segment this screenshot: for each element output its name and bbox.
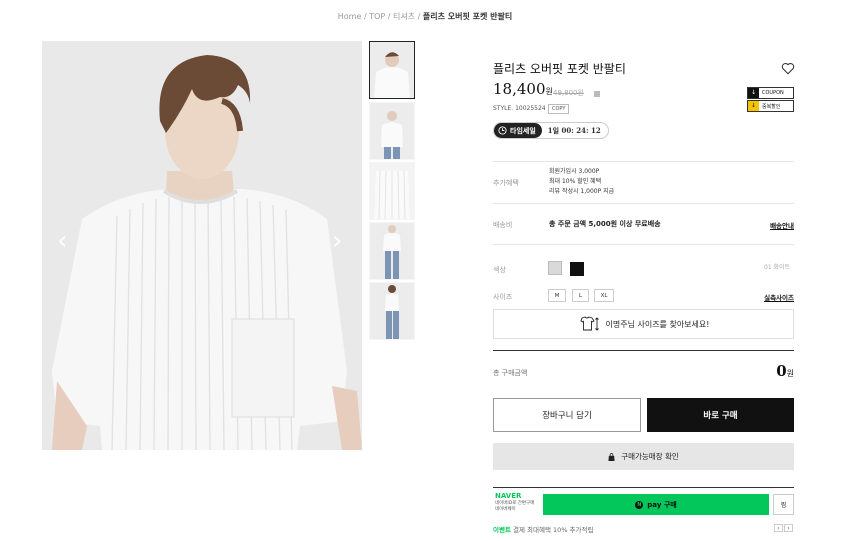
- divider: [493, 161, 794, 162]
- style-code: STYLE. 10025524: [493, 105, 546, 112]
- total-price-value: 0: [776, 362, 787, 380]
- sale-price-value: 18,400: [493, 80, 546, 98]
- timesale-label: 타임세일: [510, 126, 536, 135]
- event-banner: 이벤트 결제 최대혜택 10% 추가적립: [493, 524, 593, 534]
- breadcrumb: Home / TOP / 티셔츠 / 플리츠 오버핏 포켓 반팔티: [0, 11, 850, 22]
- breadcrumb-tshirt[interactable]: 티셔츠: [393, 12, 415, 21]
- download-icon: ↓: [748, 101, 759, 111]
- shopping-bag-icon: [608, 452, 615, 461]
- breadcrumb-home[interactable]: Home: [338, 12, 362, 21]
- original-price: 49,800원: [553, 89, 584, 97]
- timesale-countdown: 1일 00: 24: 12: [547, 125, 601, 135]
- shipping-label: 배송비: [493, 221, 513, 229]
- size-finder-text: 이명주님 사이즈를 찾아보세요!: [605, 319, 710, 329]
- shipping-guide-link[interactable]: 배송안내: [770, 220, 794, 230]
- event-tag: 이벤트: [493, 526, 511, 534]
- coupon-label: COUPON: [762, 90, 784, 96]
- event-text: 결제 최대혜택 10% 추가적립: [513, 526, 594, 534]
- double-discount-label: 중복할인: [762, 103, 781, 110]
- breadcrumb-top[interactable]: TOP: [369, 12, 385, 21]
- double-discount-button[interactable]: ↓ 중복할인: [747, 100, 794, 112]
- benefits-list: 회원가입시 3,000P 최대 10% 할인 혜택 리뷰 작성시 1,000P …: [549, 167, 614, 197]
- product-title: 플리츠 오버핏 포켓 반팔티: [493, 62, 626, 76]
- buy-now-button[interactable]: 바로 구매: [647, 398, 794, 432]
- shipping-text: 총 주문 금액 5,000원 이상 무료배송: [549, 220, 661, 228]
- color-swatch-white[interactable]: [548, 261, 562, 275]
- size-option-xl[interactable]: XL: [594, 289, 614, 302]
- benefit-line: 회원가입시 3,000P: [549, 168, 600, 175]
- naver-pay-label: pay 구매: [647, 500, 677, 509]
- store-stock-button[interactable]: 구매가능매장 확인: [493, 443, 794, 470]
- divider: [493, 487, 794, 488]
- benefit-line: 리뷰 작성시 1,000P 지급: [549, 188, 615, 195]
- sale-price-unit: 원: [545, 87, 553, 96]
- breadcrumb-sep: /: [417, 12, 421, 21]
- thumbnail-image: [370, 42, 414, 98]
- clock-icon: [498, 126, 507, 135]
- total-price: 0원: [700, 362, 794, 380]
- copy-style-button[interactable]: COPY: [548, 104, 570, 114]
- thumbnail-5[interactable]: [369, 282, 415, 340]
- size-label: 사이즈: [493, 293, 513, 301]
- benefit-line: 최대 10% 할인 혜택: [549, 178, 602, 185]
- breadcrumb-sep: /: [387, 12, 391, 21]
- event-prev-icon[interactable]: ‹: [774, 524, 783, 532]
- thumbnail-4[interactable]: [369, 222, 415, 280]
- thumbnail-1[interactable]: [369, 41, 415, 99]
- prev-image-arrow-icon[interactable]: ‹: [57, 226, 67, 256]
- next-image-arrow-icon[interactable]: ›: [332, 226, 342, 256]
- timesale-badge: 타임세일 1일 00: 24: 12: [493, 122, 609, 139]
- thumbnail-3[interactable]: [369, 162, 415, 220]
- download-icon: ↓: [748, 88, 759, 98]
- size-option-l[interactable]: L: [572, 289, 589, 302]
- total-price-unit: 원: [786, 369, 794, 378]
- naver-subtext: 네이버ID로 간편구매 네이버페이: [495, 501, 534, 513]
- coupon-button[interactable]: ↓ COUPON: [747, 87, 794, 99]
- divider: [493, 350, 794, 351]
- breadcrumb-sep: /: [363, 12, 367, 21]
- thumbnail-image: [370, 163, 414, 219]
- wishlist-heart-icon[interactable]: [781, 62, 795, 75]
- main-product-image[interactable]: ‹ ›: [42, 41, 362, 450]
- color-label: 색상: [493, 266, 506, 274]
- selected-color-text: 01 화이트: [764, 264, 791, 271]
- store-stock-label: 구매가능매장 확인: [621, 452, 679, 461]
- naver-logo: NAVER: [495, 492, 522, 500]
- thumbnail-image: [370, 283, 414, 339]
- model-photo: [42, 41, 362, 450]
- thumbnail-2[interactable]: [369, 102, 415, 160]
- timesale-tag: 타임세일: [494, 123, 542, 138]
- tshirt-size-icon: [579, 316, 599, 331]
- benefits-label: 추가혜택: [493, 179, 519, 187]
- sale-price: 18,400원: [493, 80, 553, 98]
- naver-subtext-line: 네이버페이: [495, 507, 516, 512]
- event-next-icon[interactable]: ›: [784, 524, 793, 532]
- divider: [493, 203, 794, 204]
- thumbnail-image: [370, 103, 414, 159]
- color-swatch-black[interactable]: [570, 262, 584, 276]
- size-option-m[interactable]: M: [548, 289, 566, 302]
- total-label: 총 구매금액: [493, 369, 528, 377]
- discount-info-icon[interactable]: [594, 91, 600, 97]
- thumbnail-image: [370, 223, 414, 279]
- breadcrumb-current: 플리츠 오버핏 포켓 반팔티: [422, 12, 513, 21]
- size-finder-button[interactable]: 이명주님 사이즈를 찾아보세요!: [493, 309, 794, 339]
- naver-n-icon: N: [635, 500, 644, 509]
- naver-pay-button[interactable]: N pay 구매: [543, 494, 769, 515]
- naver-wish-button[interactable]: 찜: [773, 494, 794, 515]
- add-to-cart-button[interactable]: 장바구니 담기: [493, 398, 641, 432]
- size-chart-link[interactable]: 실측사이즈: [764, 292, 794, 302]
- divider: [493, 244, 794, 245]
